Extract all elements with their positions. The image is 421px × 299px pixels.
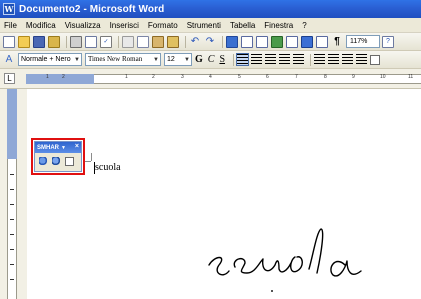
menu-finestra[interactable]: Finestra — [264, 21, 293, 30]
align-center-icon[interactable] — [251, 54, 263, 65]
ruler-number: 1 — [46, 74, 49, 80]
ruler-number: 8 — [324, 74, 327, 80]
new-document-icon[interactable] — [3, 35, 15, 48]
font-value: Times New Roman — [88, 55, 143, 63]
bullets-icon[interactable] — [328, 54, 340, 65]
style-select[interactable]: Normale + Nero ▼ — [18, 53, 82, 66]
open-folder-icon[interactable] — [18, 35, 30, 48]
toolbar-separator — [222, 35, 223, 48]
standard-toolbar: ✓ ↶ ↷ ¶ 117% ? — [0, 33, 421, 51]
menu-inserisci[interactable]: Inserisci — [110, 21, 139, 30]
ruler-number: 2 — [62, 74, 65, 80]
tab-selector[interactable]: L — [4, 73, 15, 84]
font-select[interactable]: Times New Roman ▼ — [85, 53, 161, 66]
ruler-tick — [10, 234, 14, 235]
hyperlink-icon[interactable] — [226, 35, 238, 48]
chevron-down-icon: ▼ — [74, 57, 80, 63]
numbering-icon[interactable] — [314, 54, 326, 65]
ruler-number: 6 — [266, 74, 269, 80]
toolbar-separator — [233, 53, 235, 66]
border-icon[interactable] — [370, 54, 381, 65]
crop-mark — [91, 153, 92, 161]
ruler-tick — [10, 279, 14, 280]
vertical-ruler-margin — [7, 89, 17, 159]
ruler-tick — [10, 189, 14, 190]
menu-visualizza[interactable]: Visualizza — [65, 21, 101, 30]
ruler-number: 2 — [152, 74, 155, 80]
tables-borders-icon[interactable] — [241, 35, 253, 48]
highlight-box — [31, 138, 85, 175]
styles-pane-icon[interactable]: A — [3, 54, 15, 66]
toolbar-separator — [118, 35, 119, 48]
ruler-tick — [10, 219, 14, 220]
menu-bar: File Modifica Visualizza Inserisci Forma… — [0, 18, 421, 33]
print-icon[interactable] — [70, 35, 82, 48]
paste-icon[interactable] — [152, 35, 164, 48]
justify-icon[interactable] — [279, 54, 291, 65]
stray-dot — [271, 290, 273, 292]
ruler-number: 3 — [181, 74, 184, 80]
ruler-tick — [10, 204, 14, 205]
copy-icon[interactable] — [137, 35, 149, 48]
formatting-toolbar: A Normale + Nero ▼ Times New Roman ▼ 12 … — [0, 51, 421, 69]
align-left-icon[interactable] — [236, 53, 250, 66]
italic-button[interactable]: C — [208, 54, 215, 65]
cut-icon[interactable] — [122, 35, 134, 48]
underline-button[interactable]: S — [219, 54, 225, 65]
undo-icon[interactable]: ↶ — [189, 36, 201, 48]
show-formatting-icon[interactable]: ¶ — [331, 36, 343, 48]
redo-icon[interactable]: ↷ — [204, 36, 216, 48]
chevron-down-icon: ▼ — [184, 57, 190, 63]
menu-formato[interactable]: Formato — [148, 21, 178, 30]
permission-icon[interactable] — [48, 35, 60, 48]
ruler-tick — [10, 264, 14, 265]
handwriting-drawing — [208, 228, 362, 277]
menu-strumenti[interactable]: Strumenti — [187, 21, 221, 30]
format-painter-icon[interactable] — [167, 35, 179, 48]
ruler-number: 5 — [238, 74, 241, 80]
menu-help[interactable]: ? — [302, 21, 306, 30]
decrease-indent-icon[interactable] — [342, 54, 354, 65]
menu-modifica[interactable]: Modifica — [26, 21, 56, 30]
ruler-number: 11 — [408, 74, 414, 80]
ruler-number: 10 — [380, 74, 386, 80]
font-size-value: 12 — [167, 56, 175, 63]
document-text[interactable]: scuola — [95, 162, 121, 173]
help-icon[interactable]: ? — [382, 35, 394, 48]
ruler-number: 4 — [209, 74, 212, 80]
columns-icon[interactable] — [286, 35, 298, 48]
menu-tabella[interactable]: Tabella — [230, 21, 255, 30]
vertical-ruler — [0, 89, 27, 299]
insert-excel-icon[interactable] — [271, 35, 283, 48]
word-app-icon[interactable]: W — [3, 3, 15, 15]
toolbar-separator — [185, 35, 186, 48]
toolbar-separator — [66, 35, 67, 48]
bold-button[interactable]: G — [195, 54, 203, 65]
ruler-left-margin — [26, 74, 94, 84]
ruler-tick — [10, 249, 14, 250]
ruler-number: 1 — [125, 74, 128, 80]
increase-indent-icon[interactable] — [356, 54, 368, 65]
spelling-icon[interactable]: ✓ — [100, 35, 112, 48]
toolbar-separator — [310, 53, 312, 66]
zoom-select[interactable]: 117% — [346, 35, 380, 48]
ruler-number: 9 — [352, 74, 355, 80]
ruler-number: 7 — [295, 74, 298, 80]
align-right-icon[interactable] — [265, 54, 277, 65]
drawing-icon[interactable] — [301, 35, 313, 48]
horizontal-ruler: L 1 2 1 2 3 4 5 6 7 8 9 10 11 — [0, 69, 421, 89]
document-map-icon[interactable] — [316, 35, 328, 48]
line-spacing-icon[interactable] — [293, 54, 305, 65]
save-icon[interactable] — [33, 35, 45, 48]
chevron-down-icon: ▼ — [153, 57, 159, 63]
menu-file[interactable]: File — [4, 21, 17, 30]
title-bar: W Documento2 - Microsoft Word — [0, 0, 421, 18]
insert-table-icon[interactable] — [256, 35, 268, 48]
ruler-tick — [10, 174, 14, 175]
font-size-select[interactable]: 12 ▼ — [164, 53, 192, 66]
style-value: Normale + Nero — [21, 56, 71, 63]
window-title: Documento2 - Microsoft Word — [19, 3, 165, 15]
print-preview-icon[interactable] — [85, 35, 97, 48]
